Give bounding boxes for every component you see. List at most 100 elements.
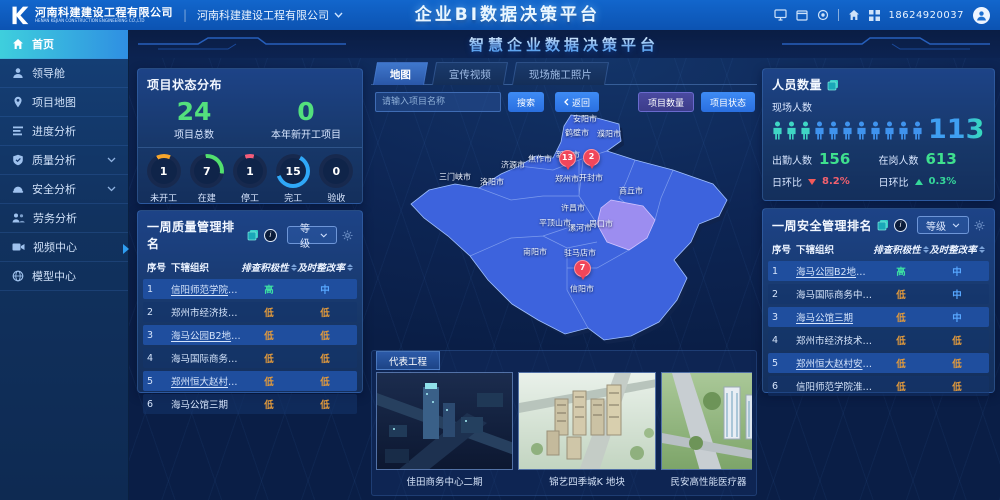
project-count-button[interactable]: 项目数量	[638, 92, 694, 112]
apps-grid-icon[interactable]	[869, 10, 880, 21]
back-button[interactable]: 返回	[555, 92, 599, 112]
avatar[interactable]	[973, 7, 990, 24]
header-vertical-divider	[838, 9, 839, 21]
rectify-badge: 中	[929, 310, 985, 324]
info-icon[interactable]: i	[264, 229, 276, 242]
table-row[interactable]: 5郑州恒大赵村安置区A-0...低低	[768, 353, 989, 373]
settings-gear-icon[interactable]	[974, 220, 985, 231]
onsite-count-value: 113	[928, 118, 984, 142]
donut-value: 15	[286, 165, 301, 178]
panel-title: 项目状态分布	[147, 76, 222, 93]
sidebar-item-model-center[interactable]: 模型中心	[0, 262, 128, 291]
page-banner: 智慧企业数据决策平台	[128, 30, 1000, 58]
sidebar-collapse-handle[interactable]	[123, 244, 129, 254]
sidebar-item-leader-cockpit[interactable]: 领导舱	[0, 59, 128, 88]
donut-value: 1	[160, 165, 168, 178]
panel-title: 一周安全管理排名	[772, 217, 872, 234]
donut-value: 0	[333, 165, 341, 178]
table-row[interactable]: 6海马公馆三期低低	[143, 394, 357, 414]
henan-province-map[interactable]: 安阳市鹤壁市濮阳市新乡市焦作市济源市三门峡市洛阳市郑州市开封市商丘市许昌市平顶山…	[371, 114, 757, 350]
tab-promo-video[interactable]: 宣传视频	[432, 62, 508, 85]
rectify-badge: 低	[929, 333, 985, 347]
table-row[interactable]: 1海马公园B2地块二期高中	[768, 261, 989, 281]
org-selector[interactable]: 河南科建建设工程有限公司	[197, 7, 343, 23]
rectify-badge: 中	[929, 287, 985, 301]
company-name: 河南科建建设工程有限公司	[35, 7, 173, 19]
sort-icon[interactable]	[923, 246, 929, 253]
row-index: 1	[147, 284, 171, 295]
tab-site-photos[interactable]: 现场施工照片	[512, 62, 609, 85]
table-header: 序号 下辖组织 排查积极性 及时整改率	[138, 256, 362, 279]
panel-title: 一周质量管理排名	[147, 218, 242, 252]
sidebar-item-video-center[interactable]: 视频中心	[0, 233, 128, 262]
tab-label: 宣传视频	[449, 67, 491, 82]
quality-ranking-panel: 一周质量管理排名 i 等级 序号 下辖组织 排查积极性 及时整改率	[137, 210, 363, 393]
settings-gear-icon[interactable]	[342, 230, 353, 241]
search-button[interactable]: 搜索	[508, 92, 544, 112]
table-row[interactable]: 3海马公园B2地块二期低低	[143, 325, 357, 345]
level-filter-dropdown[interactable]: 等级	[917, 216, 969, 234]
inspection-badge: 低	[873, 310, 929, 324]
table-row[interactable]: 4海马国际商务中心A1地...低低	[143, 348, 357, 368]
home-icon[interactable]	[848, 9, 860, 21]
sidebar-item-label: 模型中心	[32, 268, 76, 284]
tab-label: 现场施工照片	[529, 67, 592, 82]
person-icon	[912, 119, 923, 142]
chevron-down-icon	[952, 223, 960, 228]
sort-icon[interactable]	[347, 264, 353, 271]
person-icon	[856, 119, 867, 142]
person-icon	[772, 119, 783, 142]
attendance-value: 156	[819, 150, 850, 168]
project-card[interactable]: 民安高性能医疗器	[661, 372, 752, 491]
sidebar-item-safety-analysis[interactable]: 安全分析	[0, 175, 128, 204]
table-row[interactable]: 1信阳师范学院淮河校区二...高中	[143, 279, 357, 299]
table-row[interactable]: 2海马国际商务中心A1地...低中	[768, 284, 989, 304]
sidebar-item-label: 首页	[32, 36, 54, 52]
rectify-badge: 低	[297, 305, 353, 319]
rectify-badge: 低	[297, 328, 353, 342]
sidebar-item-progress-analysis[interactable]: 进度分析	[0, 117, 128, 146]
row-index: 5	[772, 358, 796, 369]
sidebar-item-home[interactable]: 首页	[0, 30, 128, 59]
info-icon[interactable]: i	[894, 219, 907, 232]
map-marker-pin[interactable]: 7	[574, 260, 591, 277]
safety-ranking-panel: 一周安全管理排名 i 等级 序号 下辖组织 排查积极性 及时整改率	[762, 208, 995, 393]
project-search-input[interactable]	[375, 92, 501, 112]
project-card[interactable]: 佳田商务中心二期	[376, 372, 513, 491]
table-row[interactable]: 4郑州市经济技术开发区青...低低	[768, 330, 989, 350]
project-status-button[interactable]: 项目状态	[701, 92, 755, 112]
table-row[interactable]: 3海马公馆三期低中	[768, 307, 989, 327]
row-organization: 郑州市经济技术开发区青...	[796, 333, 873, 347]
record-icon[interactable]	[817, 9, 829, 21]
sort-icon[interactable]	[979, 246, 985, 253]
row-index: 3	[147, 330, 171, 341]
safety-table-body: 1海马公园B2地块二期高中2海马国际商务中心A1地...低中3海马公馆三期低中4…	[763, 261, 994, 396]
donut-label: 验收	[316, 191, 356, 204]
person-icon	[884, 119, 895, 142]
onduty-value: 613	[926, 150, 957, 168]
project-status-label: 项目状态	[710, 96, 746, 109]
sidebar-item-labor-analysis[interactable]: 劳务分析	[0, 204, 128, 233]
fullscreen-icon[interactable]	[796, 10, 808, 21]
col-index: 序号	[772, 242, 796, 256]
map-marker-pin[interactable]: 13	[559, 150, 576, 167]
tab-representative-projects[interactable]: 代表工程	[376, 351, 440, 370]
row-index: 5	[147, 376, 171, 387]
map-marker-pin[interactable]: 2	[583, 149, 600, 166]
monitor-icon[interactable]	[774, 9, 787, 21]
table-row[interactable]: 5郑州恒大赵村安置区A-0...低低	[143, 371, 357, 391]
donut-value: 7	[203, 165, 211, 178]
sidebar-item-label: 进度分析	[32, 123, 76, 139]
banner-decoration	[780, 36, 990, 52]
col-inspection: 排查积极性	[873, 242, 921, 256]
sidebar-item-project-map[interactable]: 项目地图	[0, 88, 128, 117]
tab-map[interactable]: 地图	[373, 62, 428, 85]
level-filter-dropdown[interactable]: 等级	[287, 226, 337, 244]
project-card[interactable]: 锦艺四季城K 地块	[518, 372, 656, 491]
table-row[interactable]: 2郑州市经济技术开发区青...低低	[143, 302, 357, 322]
sidebar-item-quality-analysis[interactable]: 质量分析	[0, 146, 128, 175]
table-row[interactable]: 6信阳师范学院淮河校区二...低低	[768, 376, 989, 396]
sort-icon[interactable]	[291, 264, 297, 271]
donut-label: 在建	[187, 191, 227, 204]
inspection-badge: 低	[241, 374, 297, 388]
